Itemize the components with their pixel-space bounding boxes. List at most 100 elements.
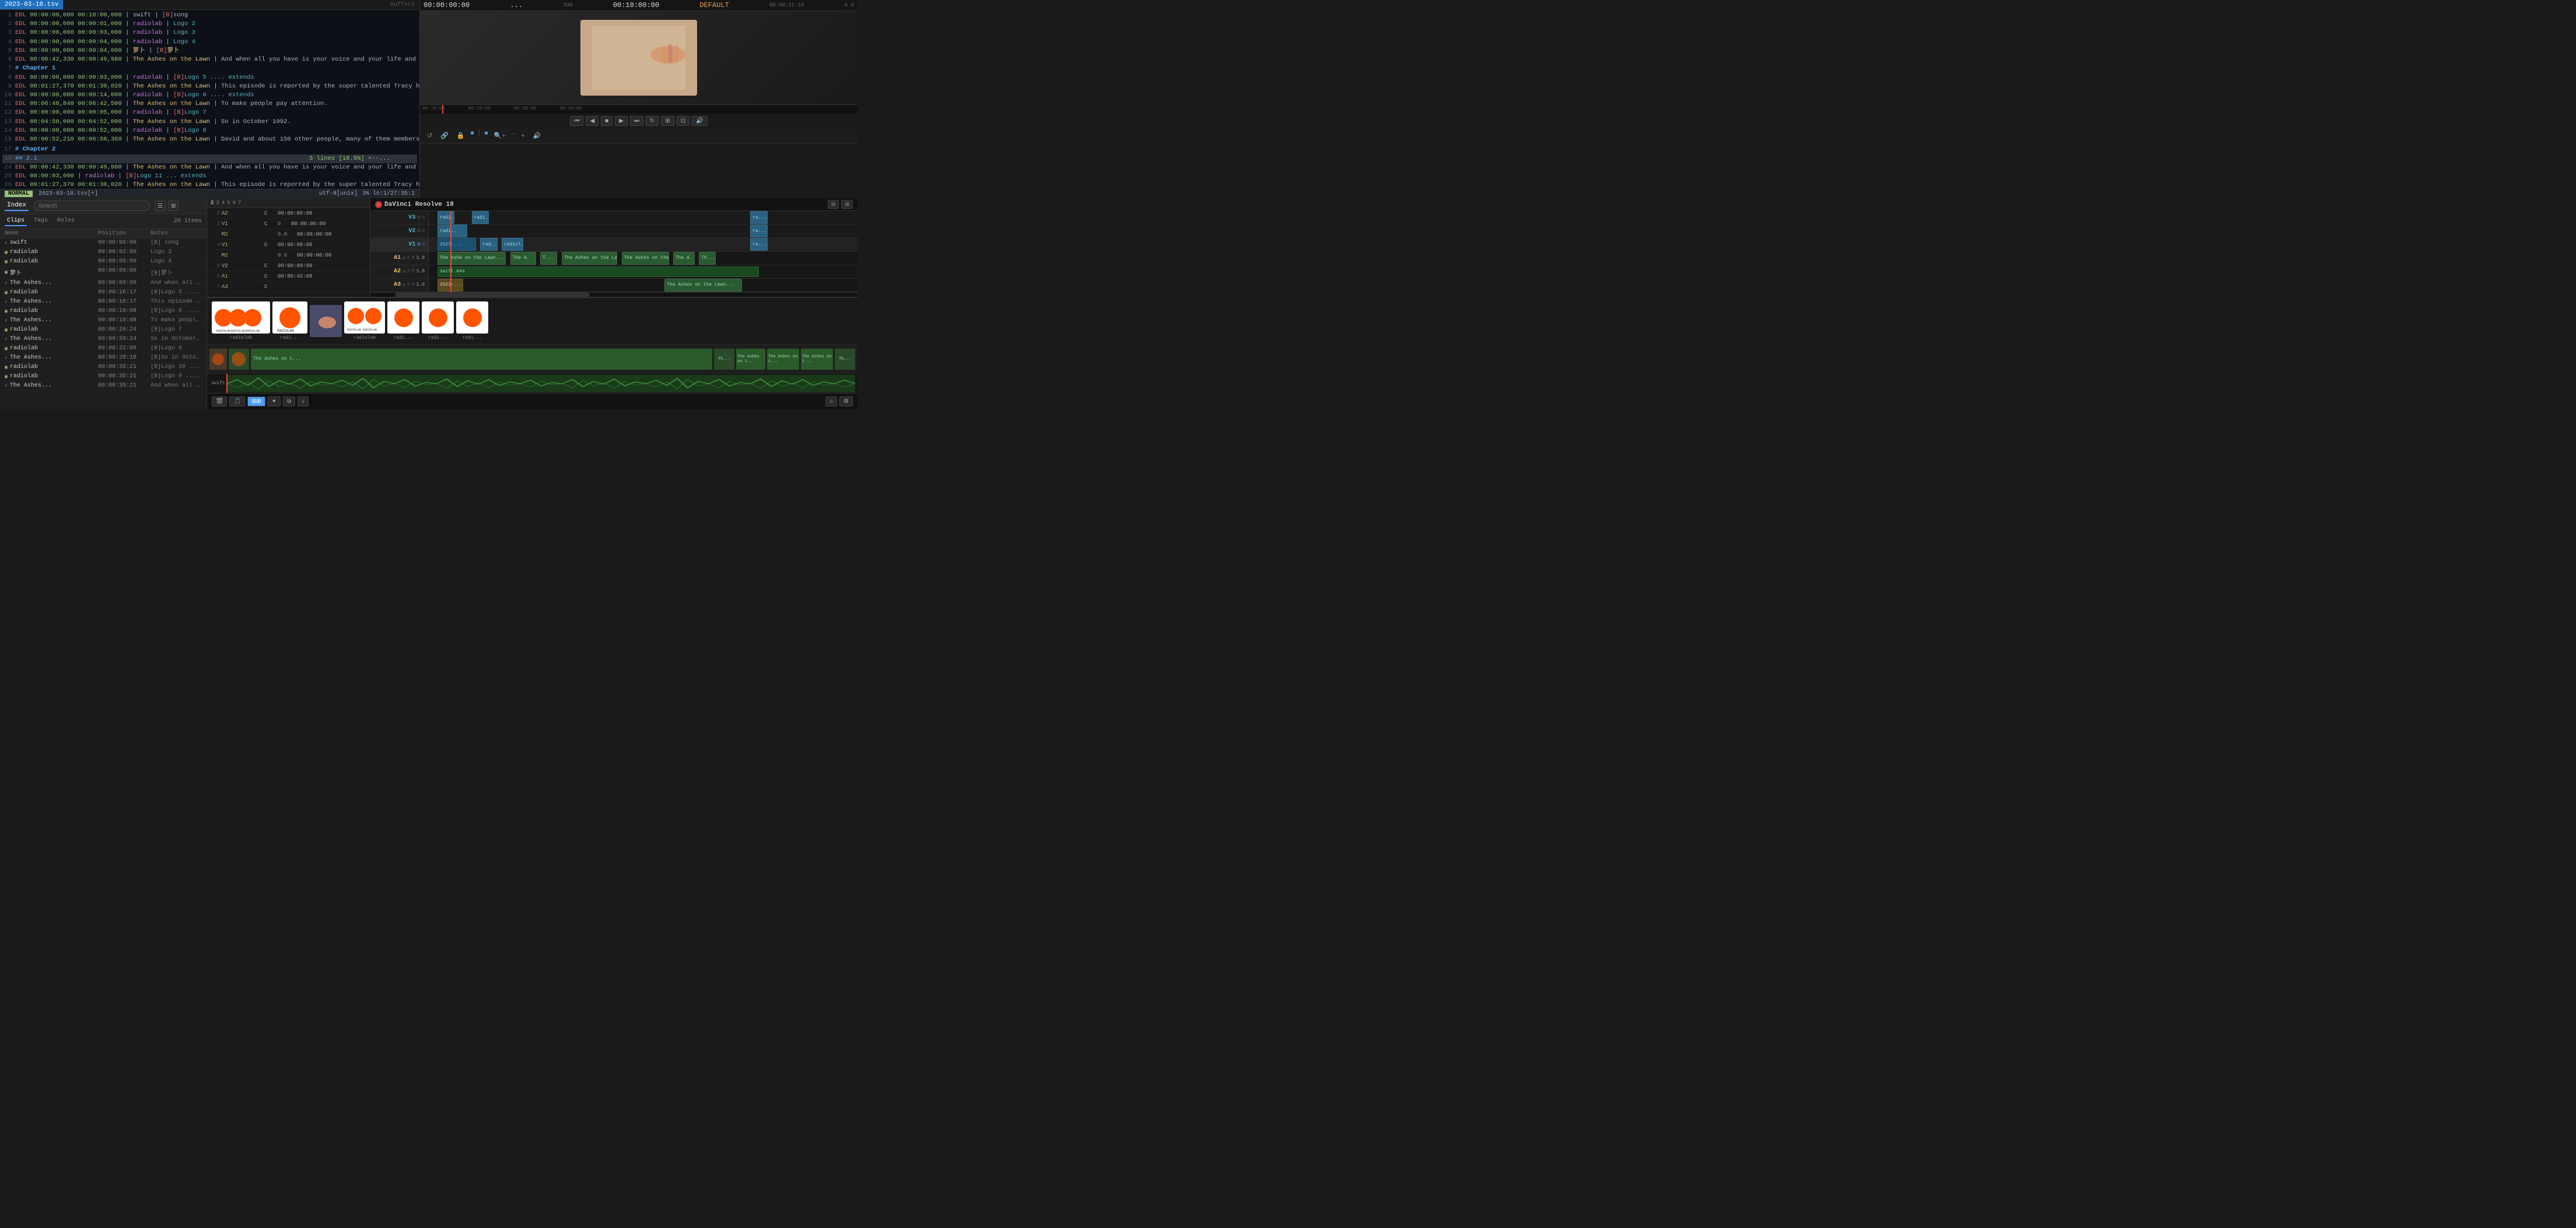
bin-item-ashes-3[interactable]: ♪The Ashes... 00:00:19:08 To make people… xyxy=(0,316,206,325)
bin-tab-index[interactable]: Index xyxy=(5,201,29,211)
edl-src-tab-6[interactable]: 6 xyxy=(233,200,236,206)
bin-item-radiolab-5[interactable]: ▣radiolab 00:00:20:24 [B]Logo 7 xyxy=(0,325,206,335)
preview-toolbar: ↺ 🔗 🔒 ■ | ■ 🔍+ — + 🔊 xyxy=(420,128,858,143)
scrollbar-thumb[interactable] xyxy=(395,293,590,297)
bin-item-ashes-6[interactable]: ♪The Ashes... 00:00:35:21 And when all y… xyxy=(0,381,206,391)
lock-tool[interactable]: 🔒 xyxy=(454,131,467,141)
clip-v1-3[interactable]: radiol... xyxy=(502,238,523,251)
editor-status-bar: NORMAL 2023-03-18.tsv[+] utf-8[unix] 3% … xyxy=(0,189,419,198)
video-clip-the[interactable]: Th... xyxy=(714,349,734,370)
video-thumb-2[interactable] xyxy=(229,349,249,370)
settings-btn[interactable]: ⚙ xyxy=(839,397,853,406)
next-frame-btn[interactable]: ⏭ xyxy=(630,116,643,126)
bin-toolbar: Clips Tags Roles 20 items xyxy=(0,214,206,229)
clip-v3-1[interactable]: radi... xyxy=(438,211,454,224)
clip-a1-4[interactable]: The Ashes on the Lawn... xyxy=(562,252,618,265)
dv-tracks-panel: DaVinci Resolve 18 ⊞ ⊠ V3 xyxy=(370,198,858,297)
clip-v3-3[interactable]: ra... xyxy=(750,211,767,224)
bin-item-radiolab-7[interactable]: ▣radiolab 00:00:35:21 [B]Logo 10 ... ext… xyxy=(0,363,206,372)
clip-a3-2[interactable]: The Ashes on the Lawn... xyxy=(664,279,741,292)
bin-item-radiolab-2[interactable]: ▣radiolab 00:00:05:00 Logo 4 xyxy=(0,257,206,266)
clip-a1-1[interactable]: The Ashe on the Lawn... xyxy=(438,252,506,265)
bin-item-ashes-2[interactable]: ♪The Ashes... 00:00:16:17 This episode i… xyxy=(0,297,206,307)
bin-item-radiolab-6[interactable]: ▣radiolab 00:00:22:06 [B]Logo 8 xyxy=(0,344,206,353)
bin-tab-tags[interactable]: Tags xyxy=(32,216,50,226)
loop-btn[interactable]: ↻ xyxy=(646,116,659,126)
media-pool-transitions-tab[interactable]: ⧉ xyxy=(283,397,295,406)
bin-tab-roles[interactable]: Roles xyxy=(55,216,77,226)
bin-item-luobo[interactable]: ▣萝卜 00:00:09:00 [B]萝卜 xyxy=(0,266,206,279)
timeline-scrollbar[interactable] xyxy=(370,292,858,297)
clip-a1-2[interactable]: The A. xyxy=(510,252,536,265)
audio-mix-tool[interactable]: 🔊 xyxy=(531,131,544,141)
video-clip-ashes-2[interactable]: The Ashes on t... xyxy=(736,349,765,370)
clip-a1-5[interactable]: The Ashes on the Lawn... xyxy=(622,252,669,265)
fullscreen-btn[interactable]: ⊡ xyxy=(677,116,690,126)
dv-btn-1[interactable]: ⊞ xyxy=(828,200,839,209)
bin-search-input[interactable] xyxy=(33,201,150,211)
edl-src-tab-7[interactable]: 7 xyxy=(238,200,241,206)
svg-text:RADIOLAB: RADIOLAB xyxy=(216,329,230,333)
bin-item-radiolab-3[interactable]: ▣radiolab 00:00:16:17 [B]Logo 5 ... exte… xyxy=(0,288,206,297)
clip-v3-2[interactable]: radi... xyxy=(472,211,489,224)
media-pool-effects-tab[interactable]: ✦ xyxy=(268,397,281,406)
editor-tab[interactable]: 2023-03-18.tsv xyxy=(0,0,63,9)
thumb-radiolab-5[interactable]: radi... xyxy=(422,301,454,341)
clip-v1-1[interactable]: 2023-... xyxy=(438,238,476,251)
dv-btn-2[interactable]: ⊠ xyxy=(841,200,853,209)
thumb-radiolab-6[interactable]: radi... xyxy=(456,301,488,341)
edl-src-tab-4[interactable]: 4 xyxy=(222,200,225,206)
thumb-hand[interactable] xyxy=(310,305,342,337)
clip-a1-3[interactable]: T... xyxy=(540,252,557,265)
expand-btn[interactable]: ⊞ xyxy=(661,116,674,126)
bin-columns-header: Name Position Notes xyxy=(0,229,206,238)
top-section: 2023-03-18.tsv buffers 1 EDL 00:00:00,00… xyxy=(0,0,858,198)
video-clip-ashes-3[interactable]: The Ashes on t... xyxy=(767,349,799,370)
thumb-radiolab-3[interactable]: RADIOLAB RADIOLAB radiolab xyxy=(344,301,385,341)
video-clip-th[interactable]: Th... xyxy=(835,349,855,370)
clip-a2-1[interactable]: swift.m4a xyxy=(438,266,759,277)
media-pool-active-tab[interactable]: ⊞⊞ xyxy=(247,397,265,406)
media-pool-audio-tab[interactable]: 🎵 xyxy=(229,397,244,406)
clip-a1-6[interactable]: The A. xyxy=(673,252,695,265)
bin-item-radiolab-8[interactable]: ▣radiolab 00:00:35:21 [B]Logo 9 ... exte… xyxy=(0,372,206,381)
clip-v1-2[interactable]: rad... xyxy=(480,238,497,251)
bin-item-radiolab-4[interactable]: ▣radiolab 00:00:19:08 [B]Logo 6 .... ext… xyxy=(0,307,206,316)
window-btns[interactable]: ⊞ ⊠ xyxy=(845,2,854,8)
step-fwd-btn[interactable]: ▶ xyxy=(615,116,628,126)
audio-btn[interactable]: 🔊 xyxy=(692,116,707,126)
bin-grid-view[interactable]: ⊞ xyxy=(168,201,178,211)
prev-frame-btn[interactable]: ⏮ xyxy=(570,116,583,126)
play-btn[interactable]: ■ xyxy=(601,116,612,126)
thumb-radiolab-2[interactable]: RADIOLAB radi... xyxy=(272,301,307,341)
bin-item-radiolab-1[interactable]: ▣radiolab 00:00:02:00 Logo 3 xyxy=(0,248,206,257)
thumb-radiolab-4[interactable]: radi... xyxy=(387,301,419,341)
zoom-out-tool[interactable]: + xyxy=(519,131,527,141)
zoom-in-tool[interactable]: 🔍+ xyxy=(492,131,508,141)
bin-tab-clips[interactable]: Clips xyxy=(5,216,27,226)
edl-src-tab-2[interactable]: 2 xyxy=(211,200,214,206)
edl-row-8: 7 A3 C xyxy=(207,282,370,292)
bin-item-ashes-5[interactable]: ♪The Ashes... 00:00:28:10 [B]So in Octob… xyxy=(0,353,206,363)
bin-list-view[interactable]: ☰ xyxy=(155,201,166,211)
transform-tool[interactable]: ↺ xyxy=(425,131,435,141)
edl-src-tab-3[interactable]: 3 xyxy=(216,200,219,206)
step-back-btn[interactable]: ◀ xyxy=(586,116,598,126)
edl-src-tab-5[interactable]: 5 xyxy=(227,200,230,206)
video-thumb-1[interactable] xyxy=(209,349,227,370)
bin-item-swift[interactable]: ♪swift 00:00:00:00 [B] song xyxy=(0,238,206,248)
video-clip-ashes[interactable]: The Ashes on t... xyxy=(251,349,712,370)
thumb-radiolab-1[interactable]: RADIOLAB RADIOLAB RADIOLAB radiolab xyxy=(212,301,270,341)
clip-v2-1[interactable]: radi... xyxy=(438,224,467,237)
home-btn[interactable]: ⌂ xyxy=(825,397,837,406)
bin-item-ashes-4[interactable]: ♪The Ashes... 00:00:20:24 So in October … xyxy=(0,335,206,344)
media-pool-video-tab[interactable]: 🎬 xyxy=(212,397,227,406)
editor-line-25: 25 EDL 00:00:03,000 | radiolab | [B] Log… xyxy=(2,172,417,181)
video-clip-ashes-4[interactable]: The Ashes on t... xyxy=(801,349,833,370)
clip-a1-7[interactable]: Th... xyxy=(699,252,716,265)
link-tool[interactable]: 🔗 xyxy=(438,131,451,141)
bin-item-ashes-1[interactable]: ♪The Ashes... 00:00:09:00 And when all y… xyxy=(0,279,206,288)
clip-v1-4[interactable]: ra... xyxy=(750,238,767,251)
media-pool-music-tab[interactable]: ♪ xyxy=(298,397,309,406)
clip-v2-2[interactable]: ra... xyxy=(750,224,767,237)
